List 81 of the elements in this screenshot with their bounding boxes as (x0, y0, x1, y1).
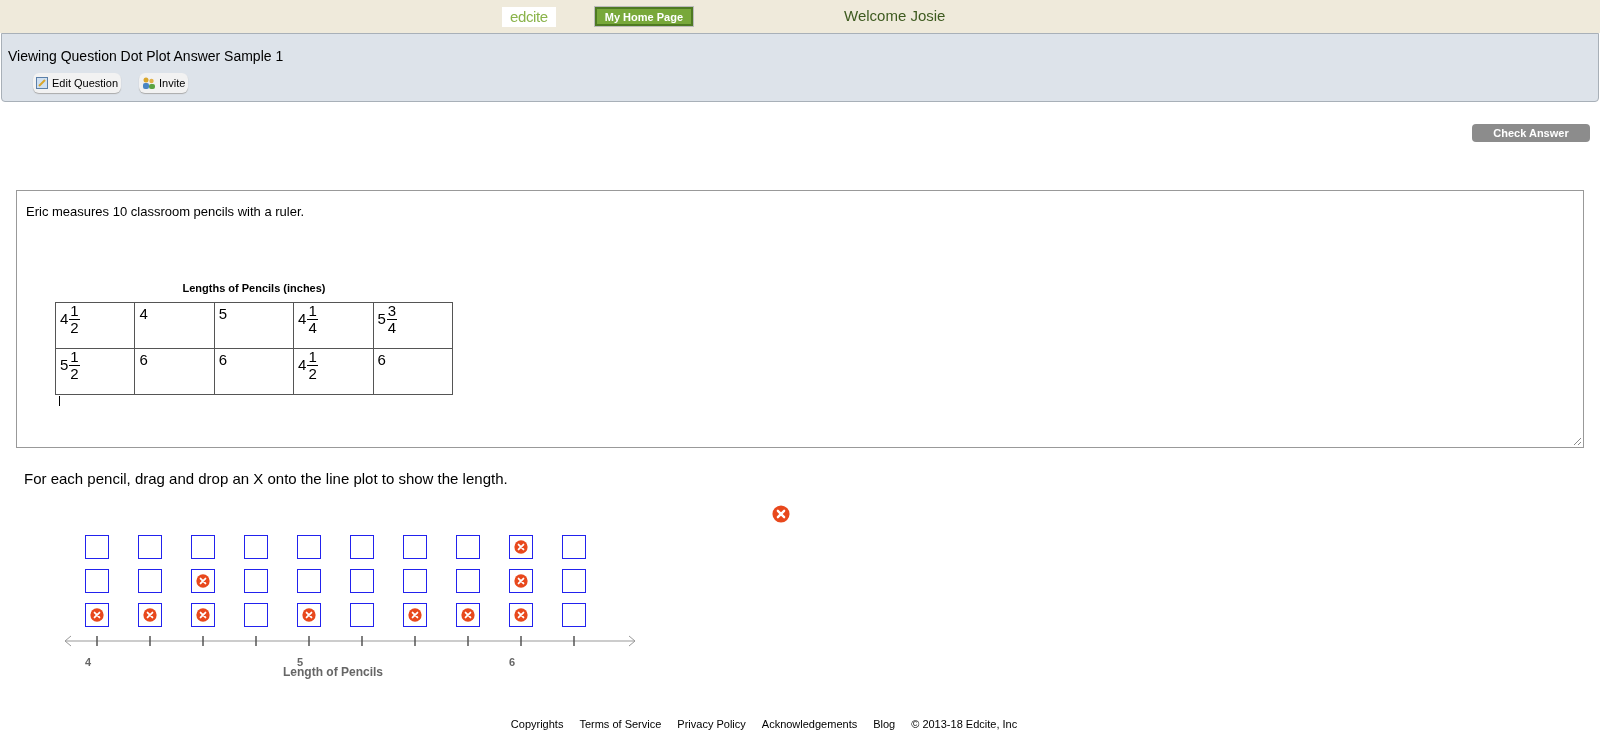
drop-slot[interactable] (297, 568, 321, 593)
x-mark-icon[interactable] (90, 607, 104, 622)
drop-slot[interactable] (297, 602, 321, 627)
fraction-denominator: 2 (308, 365, 317, 382)
drop-slot[interactable] (244, 534, 268, 559)
fraction-numerator: 1 (307, 349, 318, 366)
drop-slot[interactable] (138, 534, 162, 559)
question-text: Eric measures 10 classroom pencils with a ruler. (26, 203, 306, 221)
drop-slot[interactable] (562, 534, 586, 559)
x-mark-icon[interactable] (408, 607, 422, 622)
drop-slot[interactable] (191, 602, 215, 627)
whole-number: 4 (298, 309, 307, 329)
drop-slot[interactable] (191, 534, 215, 559)
x-mark-icon[interactable] (514, 607, 528, 622)
drop-slot[interactable] (350, 534, 374, 559)
copyright-text: © 2013-18 Edcite, Inc (911, 717, 1018, 732)
whole-number: 4 (298, 355, 307, 375)
instruction-text: For each pencil, drag and drop an X onto the line plot to show the length. (24, 469, 509, 489)
footer-link[interactable]: Privacy Policy (677, 716, 746, 733)
fraction-numerator: 1 (69, 349, 80, 366)
drop-slot[interactable] (509, 568, 533, 593)
people-icon (142, 77, 156, 89)
drop-slot[interactable] (403, 534, 427, 559)
tick-label: 5 (297, 655, 304, 668)
drop-slot[interactable] (456, 568, 480, 593)
remove-icon[interactable] (772, 504, 790, 523)
x-mark-icon[interactable] (196, 607, 210, 622)
drop-slot[interactable] (509, 534, 533, 559)
whole-number: 6 (139, 350, 148, 370)
drop-slot[interactable] (350, 568, 374, 593)
fraction-numerator: 1 (69, 303, 80, 320)
x-mark-icon[interactable] (196, 573, 210, 588)
drop-slot[interactable] (403, 602, 427, 627)
fraction-denominator: 4 (308, 319, 317, 336)
drop-slot[interactable] (244, 602, 268, 627)
table-title: Lengths of Pencils (inches) (181, 280, 327, 296)
drop-slot[interactable] (138, 568, 162, 593)
tick-label: 4 (85, 655, 92, 668)
drop-slot[interactable] (85, 568, 109, 593)
pencil-note-icon (36, 77, 48, 89)
tick-label: 6 (509, 655, 516, 668)
fraction-numerator: 1 (307, 303, 318, 320)
drop-slot[interactable] (297, 534, 321, 559)
fraction-numerator: 3 (386, 303, 398, 320)
fraction-denominator: 2 (70, 319, 79, 336)
whole-number: 6 (377, 350, 386, 370)
fraction-denominator: 2 (70, 365, 79, 382)
drop-slot[interactable] (244, 568, 268, 593)
drop-slot[interactable] (350, 602, 374, 627)
whole-number: 5 (218, 304, 228, 324)
drop-slot[interactable] (191, 568, 215, 593)
resize-grip-icon[interactable] (1573, 437, 1581, 445)
drop-slot[interactable] (403, 568, 427, 593)
whole-number: 6 (218, 350, 228, 370)
drop-slot[interactable] (85, 534, 109, 559)
drop-slot[interactable] (562, 568, 586, 593)
footer-link[interactable]: Blog (873, 716, 896, 733)
drop-slot[interactable] (509, 602, 533, 627)
drop-slot[interactable] (85, 602, 109, 627)
page-title: Viewing Question Dot Plot Answer Sample 1 (8, 47, 285, 66)
fraction-denominator: 4 (387, 319, 397, 336)
x-mark-icon[interactable] (514, 539, 528, 554)
drop-slot[interactable] (138, 602, 162, 627)
x-mark-icon[interactable] (143, 607, 157, 622)
footer-link[interactable]: Terms of Service (579, 716, 662, 733)
footer-link[interactable]: Acknowledgements (761, 716, 858, 733)
footer-link[interactable]: Copyrights (510, 716, 564, 733)
whole-number: 5 (377, 309, 386, 329)
drop-slot[interactable] (562, 602, 586, 627)
text-cursor (59, 396, 60, 406)
toolbar-button[interactable]: Edit Question (33, 73, 122, 93)
x-mark-icon[interactable] (461, 607, 475, 622)
x-mark-icon[interactable] (514, 573, 528, 588)
whole-number: 4 (60, 309, 69, 329)
whole-number: 4 (139, 304, 148, 324)
toolbar-button[interactable]: Invite (139, 73, 189, 93)
x-mark-icon[interactable] (302, 607, 316, 622)
welcome-text: Welcome Josie (844, 6, 946, 27)
drop-slot[interactable] (456, 534, 480, 559)
drop-slot[interactable] (456, 602, 480, 627)
whole-number: 5 (60, 355, 69, 375)
